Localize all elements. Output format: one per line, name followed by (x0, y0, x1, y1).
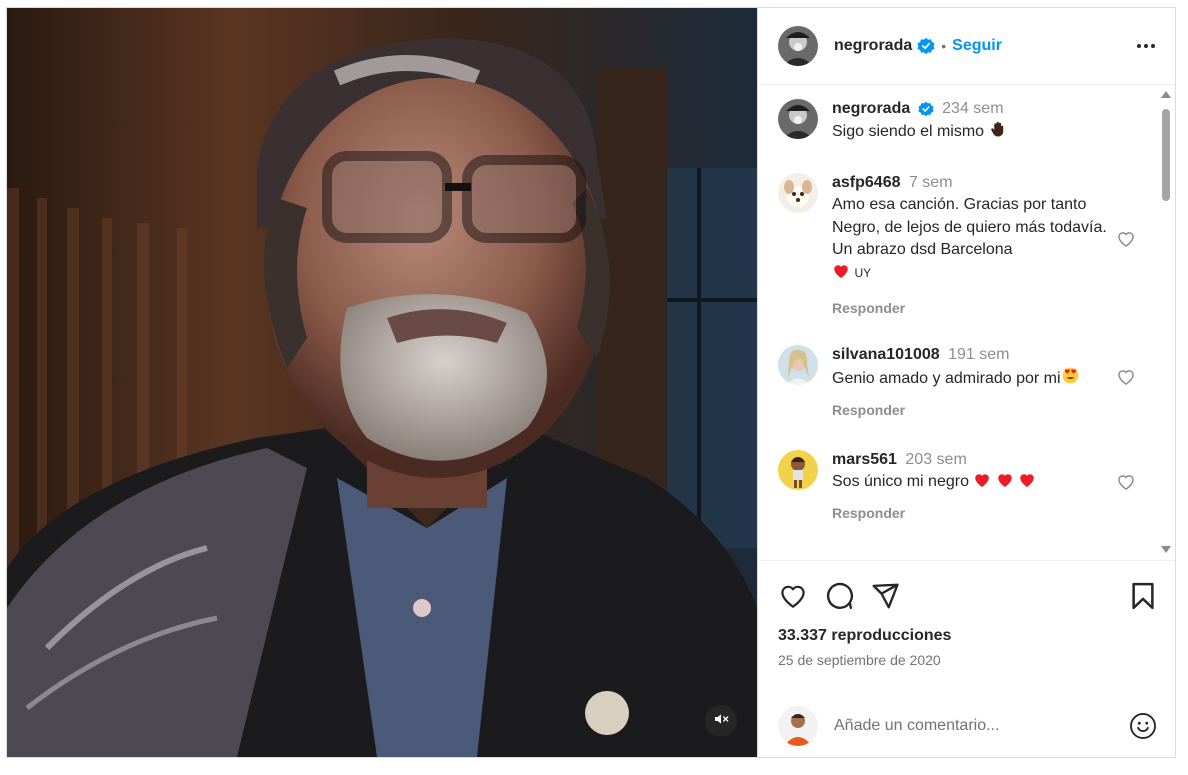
scroll-thumb[interactable] (1162, 109, 1170, 201)
scroll-up-arrow-icon[interactable] (1161, 91, 1171, 98)
author-avatar[interactable] (778, 26, 818, 66)
comment-username[interactable]: silvana101008 (832, 346, 940, 363)
post-header: negrorada • Seguir (758, 8, 1175, 85)
comments-list[interactable]: negrorada 234 sem Sigo siendo el mismo a… (758, 85, 1175, 560)
comment-text: Genio amado y admirado por mi (832, 370, 1061, 387)
video-frame (7, 8, 757, 757)
more-options-icon[interactable] (1135, 38, 1157, 54)
post-video[interactable] (7, 8, 757, 757)
post-date[interactable]: 25 de septiembre de 2020 (778, 652, 1155, 668)
like-comment-heart-icon[interactable] (1116, 229, 1136, 254)
red-heart-emoji-icon (1018, 471, 1036, 496)
author-username[interactable]: negrorada (834, 37, 912, 55)
bookmark-icon[interactable] (1128, 581, 1158, 611)
post-actions: 33.337 reproducciones 25 de septiembre d… (758, 560, 1175, 699)
instagram-post: negrorada • Seguir negrorada 234 sem Sig… (6, 7, 1176, 758)
comment-time: 7 sem (908, 174, 953, 191)
caption: negrorada 234 sem Sigo siendo el mismo (778, 99, 1175, 173)
comment-input[interactable] (834, 717, 1129, 735)
red-heart-emoji-icon (973, 471, 991, 496)
comment-time: 191 sem (948, 346, 1010, 363)
verified-badge-icon (917, 37, 935, 55)
caption-avatar[interactable] (778, 99, 818, 139)
follow-button[interactable]: Seguir (952, 37, 1002, 55)
comment-avatar[interactable] (778, 345, 818, 385)
flag-uy-text: UY (854, 265, 872, 280)
like-comment-heart-icon[interactable] (1116, 367, 1136, 392)
verified-badge-icon (918, 101, 934, 117)
comment-bubble-icon[interactable] (824, 581, 854, 611)
add-comment-bar (758, 695, 1175, 757)
smiley-icon[interactable] (1129, 712, 1157, 740)
speaker-muted-icon (713, 711, 729, 732)
comment-username[interactable]: asfp6468 (832, 174, 901, 191)
view-count[interactable]: 33.337 reproducciones (778, 627, 1155, 645)
scroll-down-arrow-icon[interactable] (1161, 546, 1171, 553)
mute-button[interactable] (705, 705, 737, 737)
comments-scrollbar[interactable] (1159, 91, 1173, 553)
comment-avatar[interactable] (778, 173, 818, 213)
raised-hand-emoji-icon (989, 120, 1007, 146)
reply-button[interactable]: Responder (832, 402, 1122, 418)
heart-eyes-emoji-icon (1061, 366, 1080, 393)
comment-avatar[interactable] (778, 450, 818, 490)
comment-item: mars561 203 sem Sos único mi negro Respo… (778, 450, 1175, 555)
comment-username[interactable]: mars561 (832, 451, 897, 468)
caption-time: 234 sem (942, 100, 1004, 117)
paper-plane-icon[interactable] (870, 581, 900, 611)
reply-button[interactable]: Responder (832, 505, 1122, 521)
comment-item: silvana101008 191 sem Genio amado y admi… (778, 345, 1175, 450)
comment-item: asfp6468 7 sem Amo esa canción. Gracias … (778, 173, 1175, 345)
comment-text: Amo esa canción. Gracias por tanto Negro… (832, 196, 1107, 258)
red-heart-emoji-icon (832, 262, 850, 287)
current-user-avatar (778, 706, 818, 746)
like-comment-heart-icon[interactable] (1116, 472, 1136, 497)
reply-button[interactable]: Responder (832, 300, 1122, 316)
red-heart-emoji-icon (996, 471, 1014, 496)
comment-time: 203 sem (905, 451, 967, 468)
caption-username[interactable]: negrorada (832, 100, 910, 117)
heart-icon[interactable] (778, 581, 808, 611)
comment-text: Sos único mi negro (832, 473, 969, 490)
separator-dot: • (941, 38, 947, 54)
caption-text: Sigo siendo el mismo (832, 123, 985, 140)
post-sidebar: negrorada • Seguir negrorada 234 sem Sig… (757, 8, 1175, 757)
